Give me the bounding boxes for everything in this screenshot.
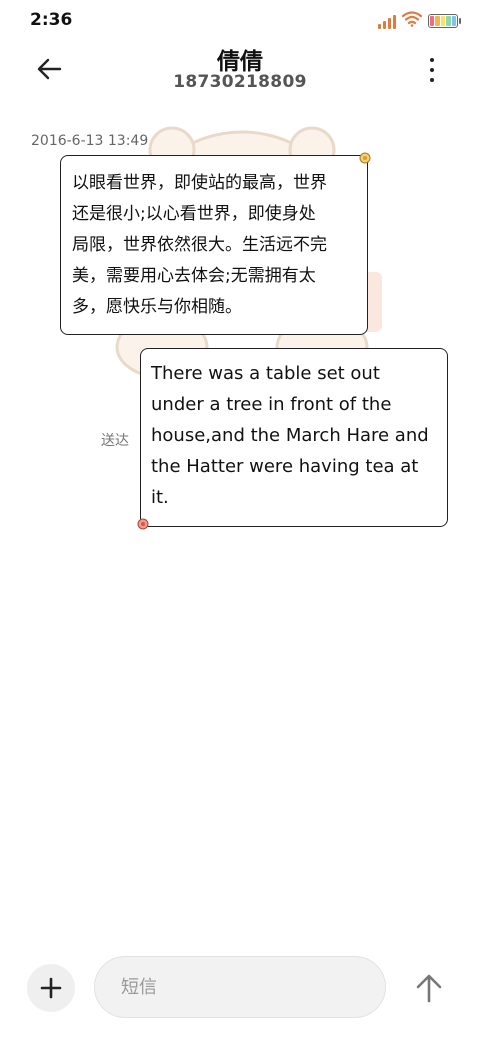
delivery-status: 送达 — [101, 433, 129, 449]
message-line: house,and the March Hare and — [151, 425, 429, 446]
message-line: under a tree in front of the — [151, 394, 392, 415]
messaging-screen: 2:36 倩倩 18730218809 2016-6-13 13:49 以眼看世… — [0, 0, 480, 1040]
message-line: 多，愿快乐与你相随。 — [72, 297, 242, 317]
status-bar: 2:36 — [0, 0, 480, 40]
message-line: There was a table set out — [151, 363, 380, 384]
send-arrow-icon — [416, 974, 442, 1003]
status-icons — [378, 11, 461, 31]
message-line: 美，需要用心去体会;无需拥有太 — [72, 266, 316, 286]
received-message-bubble[interactable]: 以眼看世界，即使站的最高，世界 还是很小;以心看世界，即使身处 局限，世界依然很… — [60, 152, 371, 335]
wifi-icon — [401, 11, 423, 31]
signal-icon — [378, 13, 396, 29]
message-line: 以眼看世界，即使站的最高，世界 — [72, 173, 327, 193]
flower-decoration-icon — [137, 518, 149, 530]
status-time: 2:36 — [30, 10, 73, 30]
message-input[interactable] — [94, 956, 386, 1018]
message-line: the Hatter were having tea at — [151, 456, 419, 477]
more-options-button[interactable] — [420, 56, 444, 84]
message-line: it. — [151, 487, 169, 508]
message-line: 还是很小;以心看世界，即使身处 — [72, 204, 316, 224]
send-button[interactable] — [410, 968, 448, 1008]
contact-name: 倩倩 — [217, 49, 263, 75]
compose-bar — [0, 950, 480, 1026]
conversation-header: 倩倩 18730218809 — [0, 40, 480, 100]
message-line: 局限，世界依然很大。生活远不完 — [72, 235, 327, 255]
message-timestamp: 2016-6-13 13:49 — [31, 133, 149, 149]
sent-message-bubble[interactable]: There was a table set out under a tree i… — [137, 348, 448, 530]
plus-icon — [40, 977, 62, 999]
battery-icon — [428, 14, 461, 28]
contact-phone-number: 18730218809 — [173, 72, 307, 92]
add-attachment-button[interactable] — [27, 964, 75, 1012]
flower-decoration-icon — [359, 152, 371, 164]
